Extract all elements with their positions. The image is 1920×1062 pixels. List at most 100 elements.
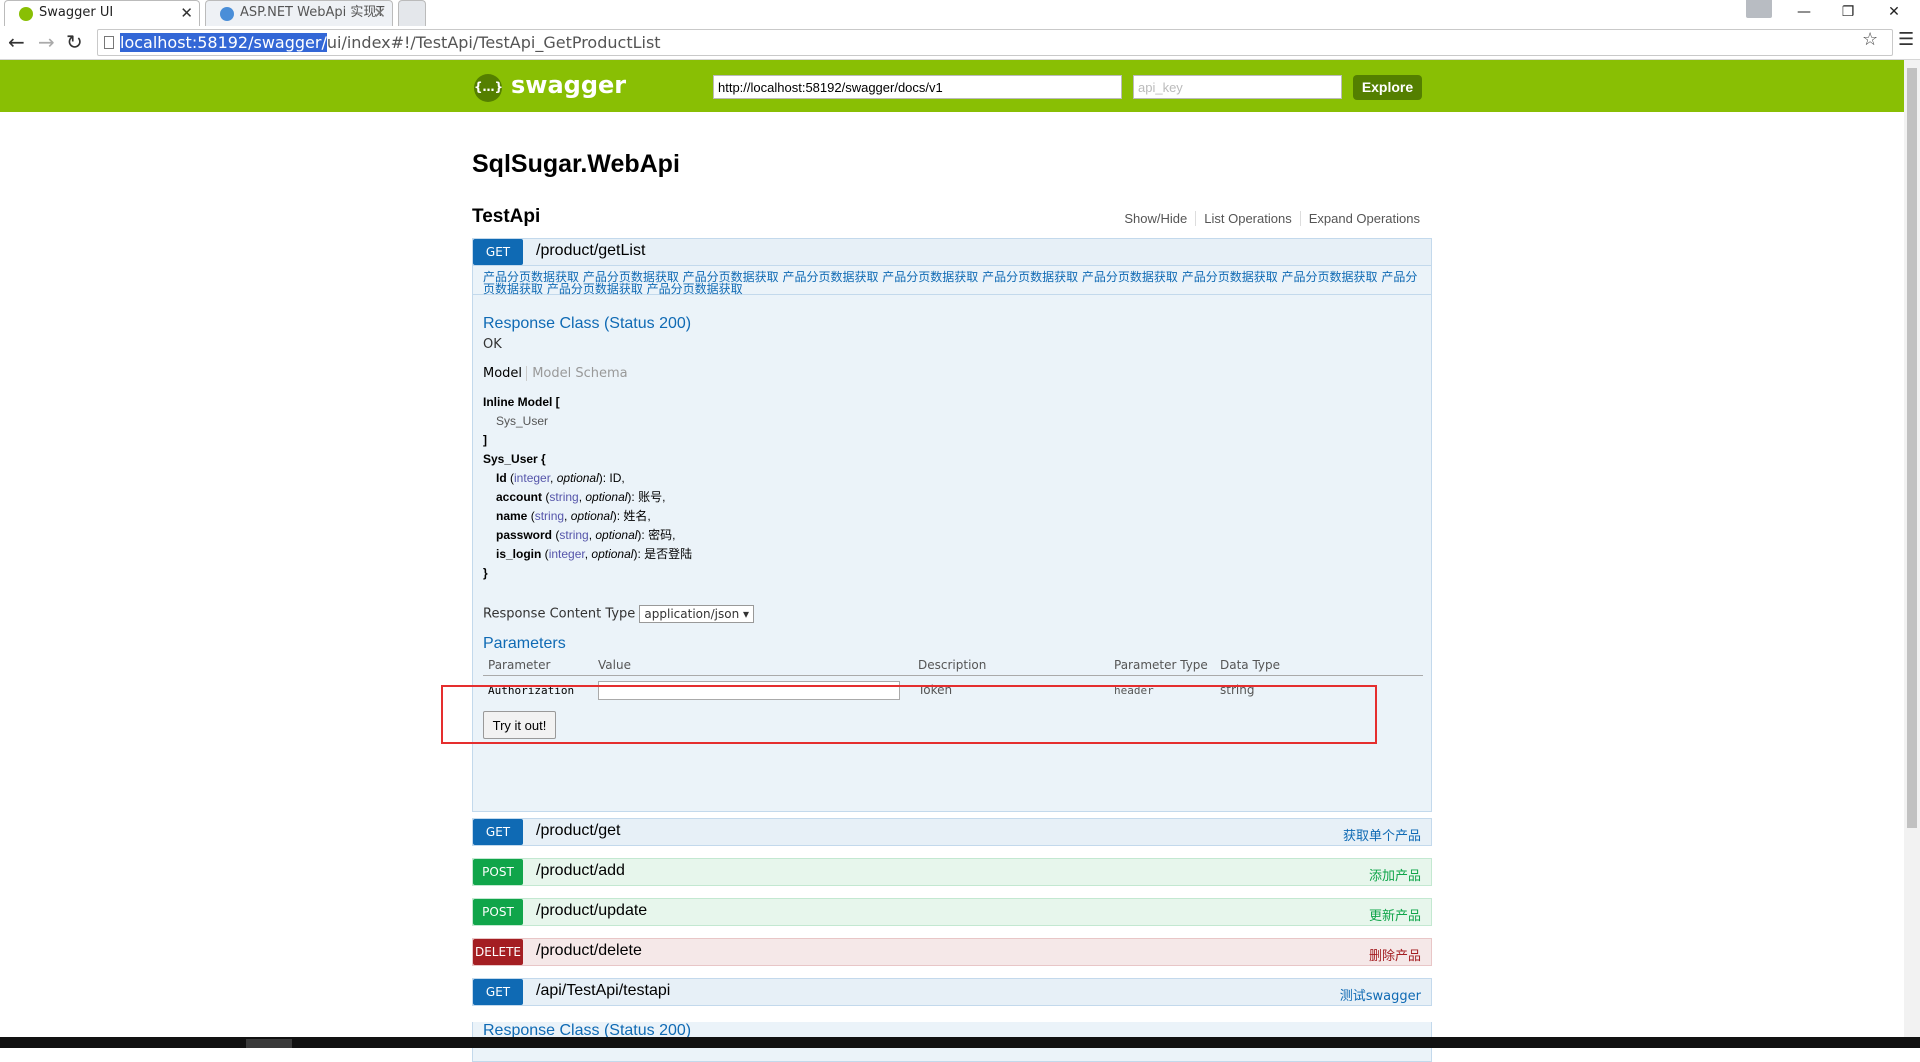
list-operations-link[interactable]: List Operations	[1196, 211, 1301, 226]
operation-summary[interactable]: 添加产品	[1369, 865, 1421, 884]
minimize-icon[interactable]: —	[1782, 0, 1826, 24]
operation-delete-product: DELETE /product/delete 删除产品	[472, 938, 1432, 966]
model-field: Id (integer, optional): ID,	[496, 471, 625, 485]
browser-tab-strip: Swagger UI ✕ ASP.NET WebApi 实现T ✕ — ❐ ✕	[0, 0, 1920, 26]
tab-model-schema[interactable]: Model Schema	[526, 366, 628, 381]
url-selected-text: localhost:58192/swagger/	[120, 33, 327, 52]
operation-get-product-list: GET /product/getList 产品分页数据获取 产品分页数据获取 产…	[472, 238, 1432, 812]
tab-model[interactable]: Model	[483, 366, 522, 381]
forward-icon[interactable]: →	[38, 30, 55, 54]
response-content-type-select[interactable]: application/json ▾	[639, 605, 755, 623]
scrollbar[interactable]	[1904, 60, 1920, 1037]
operation-heading[interactable]: POST /product/add 添加产品	[472, 858, 1432, 886]
swagger-logo-icon: {…}	[474, 74, 503, 102]
http-method-badge[interactable]: GET	[473, 819, 523, 845]
response-status: OK	[483, 337, 502, 352]
model-field: is_login (integer, optional): 是否登陆	[496, 547, 693, 561]
taskbar-item[interactable]	[246, 1039, 292, 1048]
address-bar[interactable]: localhost:58192/swagger/ui/index#!/TestA…	[97, 29, 1893, 56]
swagger-brand[interactable]: swagger	[511, 71, 626, 99]
class-close: }	[483, 566, 488, 580]
param-description: Token	[918, 683, 953, 698]
page-favicon-icon	[220, 7, 234, 21]
taskbar	[0, 1037, 1920, 1048]
show-hide-link[interactable]: Show/Hide	[1116, 211, 1197, 226]
operation-heading[interactable]: GET /product/getList	[472, 238, 1432, 266]
http-method-badge[interactable]: GET	[473, 979, 523, 1005]
operation-summary[interactable]: 获取单个产品	[1343, 825, 1421, 844]
model-field: password (string, optional): 密码,	[496, 528, 676, 542]
model-field: name (string, optional): 姓名,	[496, 509, 651, 523]
operation-get-testapi: GET /api/TestApi/testapi 测试swagger Respo…	[472, 978, 1432, 1062]
operation-body: 产品分页数据获取 产品分页数据获取 产品分页数据获取 产品分页数据获取 产品分页…	[472, 266, 1432, 812]
response-content-type: Response Content Type application/json ▾	[483, 605, 1421, 623]
close-icon[interactable]: ✕	[180, 1, 193, 25]
tab-aspnet-webapi[interactable]: ASP.NET WebApi 实现T ✕	[205, 0, 393, 26]
param-type: header	[1114, 683, 1154, 697]
column-header: Parameter Type	[1109, 656, 1215, 676]
profile-icon[interactable]	[1746, 0, 1772, 18]
inline-model-item: Sys_User	[496, 414, 549, 428]
operation-heading[interactable]: GET /api/TestApi/testapi 测试swagger	[472, 978, 1432, 1006]
http-method-badge[interactable]: DELETE	[473, 939, 523, 965]
operation-post-product-update: POST /product/update 更新产品	[472, 898, 1432, 926]
param-value-cell	[593, 675, 913, 705]
inline-model-open: Inline Model [	[483, 395, 560, 409]
api-title: SqlSugar.WebApi	[472, 150, 680, 178]
swagger-header: {…} swagger Explore	[0, 60, 1904, 112]
inline-model-close: ]	[483, 433, 487, 447]
tab-title: Swagger UI	[39, 5, 114, 20]
reload-icon[interactable]: ↻	[66, 30, 83, 54]
new-tab-button[interactable]	[398, 0, 426, 26]
menu-icon[interactable]: ☰	[1898, 29, 1914, 50]
column-header: Description	[913, 656, 1109, 676]
response-class-heading: Response Class (Status 200)	[483, 315, 692, 332]
operation-summary[interactable]: 测试swagger	[1340, 985, 1421, 1004]
parameters-table: Parameter Value Description Parameter Ty…	[483, 656, 1423, 705]
api-key-input[interactable]	[1133, 75, 1342, 99]
http-method-badge[interactable]: POST	[473, 859, 523, 885]
model-signature: Inline Model [ Sys_User ] Sys_User { Id …	[483, 393, 1421, 583]
resource-links: Show/Hide List Operations Expand Operation…	[1116, 211, 1420, 226]
table-row: Authorization Token header string	[483, 675, 1423, 705]
operation-get-product: GET /product/get 获取单个产品	[472, 818, 1432, 846]
spec-url-input[interactable]	[713, 75, 1122, 99]
url-text: ui/index#!/TestApi/TestApi_GetProductLis…	[326, 33, 661, 52]
operation-summary[interactable]: 删除产品	[1369, 945, 1421, 964]
page-icon	[104, 36, 114, 49]
operation-heading[interactable]: DELETE /product/delete 删除产品	[472, 938, 1432, 966]
tab-swagger-ui[interactable]: Swagger UI ✕	[4, 0, 200, 26]
param-name: Authorization	[488, 683, 575, 697]
operation-path[interactable]: /api/TestApi/testapi	[536, 982, 670, 1000]
close-icon[interactable]: ✕	[373, 1, 386, 25]
model-field: account (string, optional): 账号,	[496, 490, 666, 504]
resource-name[interactable]: TestApi	[472, 206, 540, 228]
swagger-favicon-icon	[19, 7, 33, 21]
parameters-heading: Parameters	[483, 635, 566, 652]
tab-title: ASP.NET WebApi 实现T	[240, 5, 385, 20]
column-header: Parameter	[483, 656, 593, 676]
window-close-icon[interactable]: ✕	[1872, 0, 1916, 24]
back-icon[interactable]: ←	[8, 30, 25, 54]
operation-path[interactable]: /product/get	[536, 822, 621, 840]
http-method-badge[interactable]: POST	[473, 899, 523, 925]
operation-heading[interactable]: GET /product/get 获取单个产品	[472, 818, 1432, 846]
operation-post-product-add: POST /product/add 添加产品	[472, 858, 1432, 886]
authorization-input[interactable]	[598, 680, 900, 700]
scrollbar-thumb[interactable]	[1907, 68, 1917, 828]
operation-summary[interactable]: 更新产品	[1369, 905, 1421, 924]
restore-icon[interactable]: ❐	[1826, 0, 1870, 24]
try-it-out-button[interactable]: Try it out!	[483, 711, 556, 739]
expand-operations-link[interactable]: Expand Operations	[1301, 211, 1420, 226]
operation-path[interactable]: /product/delete	[536, 942, 642, 960]
operation-path[interactable]: /product/getList	[536, 242, 645, 260]
operation-path[interactable]: /product/add	[536, 862, 625, 880]
bookmark-star-icon[interactable]: ☆	[1862, 29, 1878, 50]
operation-path[interactable]: /product/update	[536, 902, 647, 920]
class-open: Sys_User {	[483, 452, 546, 466]
operation-heading[interactable]: POST /product/update 更新产品	[472, 898, 1432, 926]
operation-description: 产品分页数据获取 产品分页数据获取 产品分页数据获取 产品分页数据获取 产品分页…	[483, 270, 1418, 296]
explore-button[interactable]: Explore	[1353, 75, 1422, 100]
model-tabs: Model Model Schema	[483, 366, 1421, 381]
http-method-badge[interactable]: GET	[473, 239, 523, 265]
